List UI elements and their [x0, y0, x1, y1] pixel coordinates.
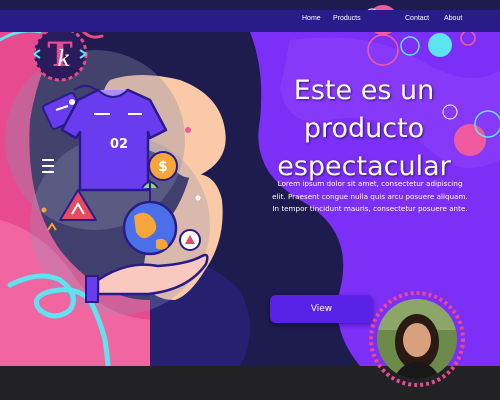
recycle-circle-icon: [179, 229, 201, 251]
product-illustration: 02 $: [41, 84, 209, 303]
nav-products-link[interactable]: Products: [333, 15, 361, 22]
jersey-number: 02: [110, 137, 128, 152]
hand-icon: [85, 253, 209, 303]
hero-title: Este es un producto espectacular: [230, 72, 498, 186]
logo-letter-k: k: [57, 47, 70, 72]
cyan-bubble: [428, 33, 452, 57]
nav-about-link[interactable]: About: [444, 15, 462, 22]
avatar: [369, 291, 465, 387]
view-button[interactable]: View: [270, 295, 373, 323]
jersey-icon: 02: [60, 88, 168, 192]
nav-home-link[interactable]: Home: [302, 15, 321, 22]
coin-icon: $: [148, 151, 178, 181]
svg-text:$: $: [158, 159, 168, 175]
logo[interactable]: T k: [30, 24, 90, 84]
nav-contact-link[interactable]: Contact: [405, 15, 429, 22]
nav-links: Home Products Contact About: [0, 10, 500, 32]
hero-description: Lorem ipsum dolor sit amet, consectetur …: [272, 179, 468, 213]
recycle-triangle-icon: [59, 189, 97, 221]
hero-title-line-1: Este es un producto: [293, 75, 435, 144]
